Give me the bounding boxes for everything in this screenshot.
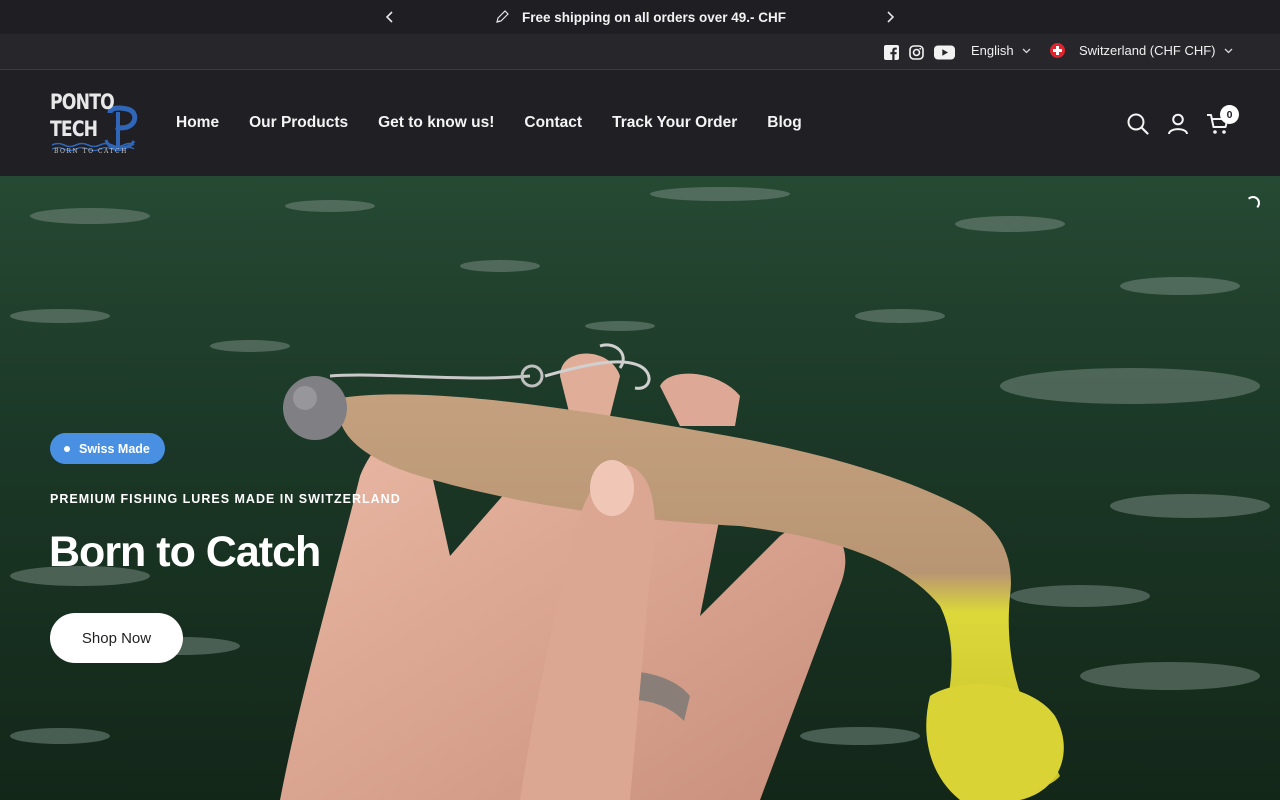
loading-spinner-icon (1246, 196, 1260, 210)
cart-count-badge: 0 (1220, 105, 1239, 124)
main-nav: Home Our Products Get to know us! Contac… (176, 114, 802, 132)
next-announcement-button[interactable] (880, 7, 900, 27)
site-header: PONTO TECH BORN TO CATCH Home Our Produc… (0, 71, 1280, 176)
instagram-link[interactable] (909, 44, 924, 60)
social-links (884, 44, 955, 60)
youtube-link[interactable] (934, 44, 955, 60)
logo-tagline: BORN TO CATCH (54, 148, 128, 155)
country-label: Switzerland (CHF CHF) (1079, 43, 1216, 58)
nav-item-track-your-order[interactable]: Track Your Order (612, 114, 737, 132)
chevron-left-icon (385, 11, 393, 23)
nav-item-contact[interactable]: Contact (524, 114, 582, 132)
language-selector[interactable]: English (971, 43, 1031, 58)
youtube-icon (934, 45, 955, 59)
previous-announcement-button[interactable] (380, 7, 400, 27)
language-label: English (971, 43, 1014, 58)
chevron-down-icon (1022, 48, 1031, 53)
nav-item-our-products[interactable]: Our Products (249, 114, 348, 132)
announcement-bar: Free shipping on all orders over 49.- CH… (0, 0, 1280, 34)
badge-dot-icon (64, 445, 70, 452)
instagram-icon (909, 44, 924, 60)
facebook-link[interactable] (884, 44, 899, 60)
announcement-text: Free shipping on all orders over 49.- CH… (521, 9, 787, 25)
nav-item-get-to-know-us[interactable]: Get to know us! (378, 114, 494, 132)
utility-bar: English Switzerland (CHF CHF) (0, 34, 1280, 70)
swiss-flag-icon (1050, 43, 1065, 58)
search-button[interactable] (1125, 111, 1151, 137)
cart-button[interactable]: 0 (1205, 105, 1239, 137)
country-selector[interactable]: Switzerland (CHF CHF) (1050, 43, 1233, 58)
hero-subtitle: PREMIUM FISHING LURES MADE IN SWITZERLAN… (50, 492, 401, 506)
shop-now-button[interactable]: Shop Now (50, 613, 183, 663)
facebook-icon (884, 44, 899, 60)
badge-label: Swiss Made (79, 441, 150, 456)
hero-image (0, 176, 1280, 800)
logo[interactable]: PONTO TECH BORN TO CATCH (50, 90, 140, 158)
logo-line-2: TECH (50, 117, 98, 141)
announcement-message: Free shipping on all orders over 49.- CH… (494, 9, 786, 25)
swiss-made-badge: Swiss Made (50, 433, 165, 464)
nav-item-home[interactable]: Home (176, 114, 219, 132)
hero-headline: Born to Catch (49, 528, 321, 576)
logo-line-1: PONTO (50, 90, 115, 114)
chevron-right-icon (887, 11, 895, 23)
nav-item-blog[interactable]: Blog (767, 114, 801, 132)
hero-section: Swiss Made PREMIUM FISHING LURES MADE IN… (0, 176, 1280, 800)
chevron-down-icon (1224, 48, 1232, 53)
header-actions: 0 (1125, 105, 1239, 137)
pen-icon (496, 10, 509, 23)
user-icon (1168, 113, 1188, 135)
search-icon (1127, 113, 1149, 135)
account-button[interactable] (1165, 111, 1191, 137)
